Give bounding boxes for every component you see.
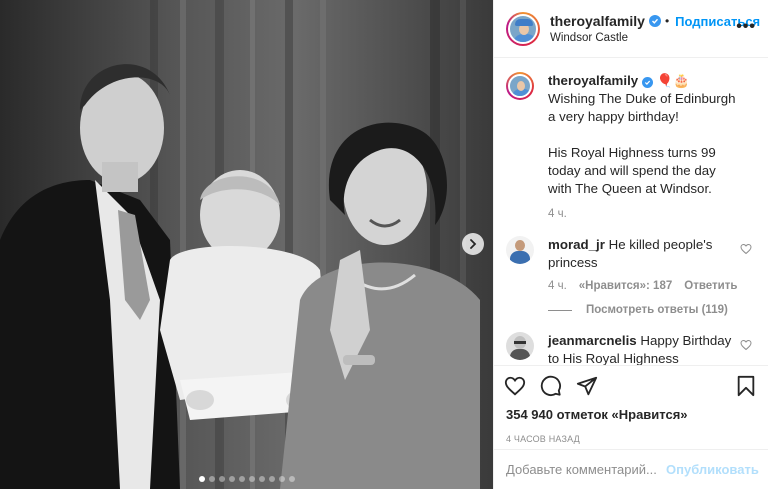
- likes-count[interactable]: 354 940 отметок «Нравится»: [494, 405, 768, 425]
- carousel-dot: [288, 476, 295, 482]
- comment-username[interactable]: morad_jr: [548, 237, 605, 252]
- like-comment-button[interactable]: [740, 242, 752, 258]
- share-icon: [576, 376, 598, 395]
- more-options-button[interactable]: •••: [736, 18, 756, 36]
- carousel-dot: [228, 476, 235, 482]
- chevron-right-icon: [470, 239, 477, 249]
- post-photo[interactable]: [0, 0, 493, 489]
- location-link[interactable]: Windsor Castle: [550, 32, 760, 44]
- view-replies-button[interactable]: Посмотреть ответы (119): [548, 304, 756, 316]
- family-portrait-image: [0, 0, 493, 489]
- avatar[interactable]: [506, 11, 540, 46]
- avatar[interactable]: [506, 72, 534, 100]
- comment-icon: [540, 375, 561, 396]
- add-comment-form: Опубликовать: [494, 449, 768, 489]
- post-side-panel: theroyalfamily • Подписаться Windsor Cas…: [493, 0, 768, 489]
- caption-username[interactable]: theroyalfamily: [548, 73, 638, 88]
- post-dialog: theroyalfamily • Подписаться Windsor Cas…: [0, 0, 768, 489]
- avatar[interactable]: [506, 332, 534, 360]
- carousel-indicator: [0, 476, 493, 482]
- caption-emoji: 🎈🎂: [656, 73, 690, 88]
- post-actions: [494, 365, 768, 405]
- carousel-dot: [218, 476, 225, 482]
- comment-meta: 4 ч. «Нравится»: 187 Ответить: [548, 280, 756, 292]
- like-comment-button[interactable]: [740, 338, 752, 354]
- heart-icon: [504, 376, 526, 395]
- comment-username[interactable]: jeanmarcnelis: [548, 333, 637, 348]
- verified-icon: [648, 15, 661, 27]
- heart-icon: [740, 243, 752, 255]
- timestamp[interactable]: 4 ч.: [548, 208, 567, 220]
- view-replies-label: Посмотреть ответы (119): [586, 304, 728, 316]
- publish-button[interactable]: Опубликовать: [666, 462, 759, 477]
- comment-likes[interactable]: «Нравится»: 187: [579, 280, 672, 292]
- post-time[interactable]: 4 ЧАСОВ НАЗАД: [494, 425, 768, 449]
- timestamp[interactable]: 4 ч.: [548, 280, 567, 292]
- carousel-dot: [208, 476, 215, 482]
- verified-icon: [641, 77, 653, 88]
- carousel-dot: [278, 476, 285, 482]
- share-button[interactable]: [576, 375, 598, 397]
- comment: jeanmarcnelis Happy Birthday to His Roya…: [506, 332, 756, 365]
- post-header: theroyalfamily • Подписаться Windsor Cas…: [494, 0, 768, 58]
- carousel-dot: [248, 476, 255, 482]
- carousel-next-button[interactable]: [462, 233, 484, 255]
- reply-button[interactable]: Ответить: [684, 280, 737, 292]
- like-button[interactable]: [504, 375, 526, 397]
- carousel-dot: [238, 476, 245, 482]
- caption-text: Wishing The Duke of Edinburgh a very hap…: [548, 91, 736, 124]
- carousel-dot: [198, 476, 205, 482]
- avatar[interactable]: [506, 236, 534, 264]
- caption: theroyalfamily 🎈🎂 Wishing The Duke of Edi…: [506, 72, 756, 198]
- caption-meta: 4 ч.: [548, 208, 756, 220]
- username-link[interactable]: theroyalfamily: [550, 13, 645, 29]
- bookmark-icon: [737, 375, 755, 397]
- comments-list: theroyalfamily 🎈🎂 Wishing The Duke of Edi…: [494, 58, 768, 365]
- comment-button[interactable]: [540, 375, 562, 397]
- heart-icon: [740, 339, 752, 351]
- caption-text: His Royal Highness turns 99 today and wi…: [548, 145, 716, 196]
- carousel-dot: [258, 476, 265, 482]
- save-button[interactable]: [736, 375, 756, 400]
- comment: morad_jr He killed people's princess: [506, 236, 756, 272]
- comment-input[interactable]: [506, 462, 666, 477]
- carousel-dot: [268, 476, 275, 482]
